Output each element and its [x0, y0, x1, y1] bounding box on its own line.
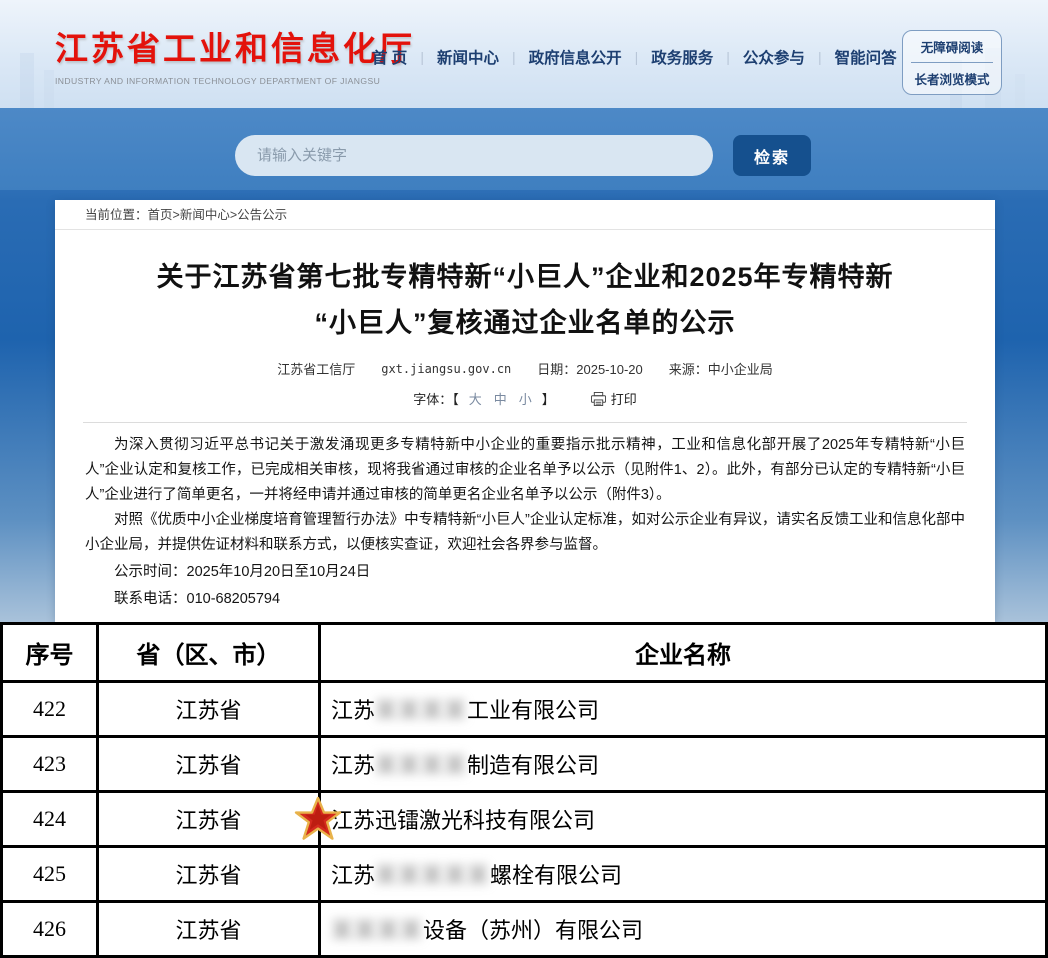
column-header-seq: 序号: [2, 624, 98, 682]
province-cell: 江苏省: [98, 682, 320, 737]
company-name-blurred-segment: 某某某某: [375, 753, 467, 778]
seq-cell: 422: [2, 682, 98, 737]
accessibility-reading-button[interactable]: 无障碍阅读: [903, 31, 1001, 62]
nav-separator: |: [512, 49, 516, 65]
province-cell: 江苏省: [98, 737, 320, 792]
company-name-segment: 江苏: [331, 698, 375, 723]
elder-mode-button[interactable]: 长者浏览模式: [903, 63, 1001, 94]
font-size-small-button[interactable]: 小: [519, 389, 532, 408]
table-row: 426江苏省某某某某设备（苏州）有限公司: [2, 902, 1047, 957]
table-row: 423江苏省江苏某某某某制造有限公司: [2, 737, 1047, 792]
company-name-cell: 江苏迅镭激光科技有限公司: [320, 792, 1047, 847]
font-size-medium-button[interactable]: 中: [494, 389, 507, 408]
red-star-icon: [294, 795, 342, 843]
article-title-line1: 关于江苏省第七批专精特新“小巨人”企业和2025年专精特新: [156, 262, 893, 292]
search-input[interactable]: [235, 135, 713, 176]
table-row: 424江苏省 江苏迅镭激光科技有限公司: [2, 792, 1047, 847]
nav-item-gov-info[interactable]: 政府信息公开: [529, 46, 622, 68]
company-name-blurred-segment: 某某某某: [375, 698, 467, 723]
search-band: 检索: [0, 108, 1048, 190]
table-header-row: 序号 省（区、市） 企业名称: [2, 624, 1047, 682]
article-title: 关于江苏省第七批专精特新“小巨人”企业和2025年专精特新 “小巨人”复核通过企…: [55, 254, 995, 346]
font-size-large-button[interactable]: 大: [469, 389, 482, 408]
nav-item-participation[interactable]: 公众参与: [743, 46, 805, 68]
company-name-segment: 设备（苏州）有限公司: [423, 918, 643, 943]
site-logo[interactable]: 江苏省工业和信息化厅 INDUSTRY AND INFORMATION TECH…: [55, 22, 415, 86]
company-name-blurred-segment: 某某某某某: [375, 863, 490, 888]
breadcrumb-path[interactable]: 首页>新闻中心>公告公示: [148, 208, 288, 222]
article-source-dept: 江苏省工信厅: [277, 359, 355, 378]
site-logo-subtitle: INDUSTRY AND INFORMATION TECHNOLOGY DEPA…: [55, 76, 415, 86]
print-button[interactable]: 打印: [591, 389, 637, 408]
breadcrumb-label: 当前位置：: [85, 208, 148, 222]
company-name-segment: 江苏迅镭激光科技有限公司: [331, 808, 595, 833]
nav-item-smart-qa[interactable]: 智能问答: [835, 46, 897, 68]
nav-separator: |: [726, 49, 730, 65]
column-header-company: 企业名称: [320, 624, 1047, 682]
seq-cell: 424: [2, 792, 98, 847]
article-paragraph-1: 为深入贯彻习近平总书记关于激发涌现更多专精特新中小企业的重要指示批示精神，工业和…: [85, 433, 965, 508]
seq-cell: 423: [2, 737, 98, 792]
article-panel: 当前位置：首页>新闻中心>公告公示 关于江苏省第七批专精特新“小巨人”企业和20…: [55, 200, 995, 622]
search-button[interactable]: 检索: [733, 135, 811, 176]
company-table: 序号 省（区、市） 企业名称 422江苏省江苏某某某某工业有限公司423江苏省江…: [0, 622, 1048, 958]
article-toolbar: 字体：【 大 中 小 】 打印: [55, 389, 995, 408]
province-cell: 江苏省: [98, 902, 320, 957]
nav-item-home[interactable]: 首 页: [372, 46, 407, 68]
font-size-label-close: 】: [542, 389, 555, 408]
company-name-segment: 工业有限公司: [467, 698, 599, 723]
main-nav: 首 页 | 新闻中心 | 政府信息公开 | 政务服务 | 公众参与 | 智能问答: [372, 46, 897, 68]
nav-separator: |: [420, 49, 424, 65]
article-date: 日期：2025-10-20: [537, 359, 643, 378]
site-logo-title[interactable]: 江苏省工业和信息化厅: [55, 22, 415, 70]
print-label: 打印: [611, 389, 637, 408]
province-cell: 江苏省: [98, 792, 320, 847]
breadcrumb: 当前位置：首页>新闻中心>公告公示: [55, 200, 995, 230]
nav-item-news[interactable]: 新闻中心: [437, 46, 499, 68]
article-body: 为深入贯彻习近平总书记关于激发涌现更多专精特新中小企业的重要指示批示精神，工业和…: [55, 423, 995, 612]
column-header-province: 省（区、市）: [98, 624, 320, 682]
font-size-label: 字体：【: [413, 389, 459, 408]
province-cell: 江苏省: [98, 847, 320, 902]
company-name-segment: 江苏: [331, 863, 375, 888]
table-row: 425江苏省江苏某某某某某螺栓有限公司: [2, 847, 1047, 902]
contact-phone: 联系电话：010-68205794: [85, 587, 965, 612]
table-row: 422江苏省江苏某某某某工业有限公司: [2, 682, 1047, 737]
article-title-line2: “小巨人”复核通过企业名单的公示: [315, 308, 736, 338]
company-name-cell: 某某某某设备（苏州）有限公司: [320, 902, 1047, 957]
article-origin: 来源：中小企业局: [669, 359, 773, 378]
company-name-cell: 江苏某某某某制造有限公司: [320, 737, 1047, 792]
company-name-segment: 江苏: [331, 753, 375, 778]
accessibility-panel: 无障碍阅读 长者浏览模式: [902, 30, 1002, 95]
company-name-cell: 江苏某某某某某螺栓有限公司: [320, 847, 1047, 902]
nav-separator: |: [635, 49, 639, 65]
article-source-site: gxt.jiangsu.gov.cn: [381, 362, 511, 376]
nav-separator: |: [818, 49, 822, 65]
company-name-segment: 制造有限公司: [467, 753, 599, 778]
company-name-blurred-segment: 某某某某: [331, 918, 423, 943]
company-table-body: 422江苏省江苏某某某某工业有限公司423江苏省江苏某某某某制造有限公司424江…: [2, 682, 1047, 957]
publicity-period: 公示时间：2025年10月20日至10月24日: [85, 560, 965, 585]
company-name-segment: 螺栓有限公司: [490, 863, 622, 888]
article-meta: 江苏省工信厅 gxt.jiangsu.gov.cn 日期：2025-10-20 …: [55, 359, 995, 378]
seq-cell: 426: [2, 902, 98, 957]
nav-item-services[interactable]: 政务服务: [651, 46, 713, 68]
seq-cell: 425: [2, 847, 98, 902]
article-paragraph-2: 对照《优质中小企业梯度培育管理暂行办法》中专精特新“小巨人”企业认定标准，如对公…: [85, 508, 965, 558]
site-header: 江苏省工业和信息化厅 INDUSTRY AND INFORMATION TECH…: [0, 0, 1048, 108]
page-background: 检索 当前位置：首页>新闻中心>公告公示 关于江苏省第七批专精特新“小巨人”企业…: [0, 108, 1048, 622]
company-name-cell: 江苏某某某某工业有限公司: [320, 682, 1047, 737]
printer-icon: [591, 392, 606, 406]
